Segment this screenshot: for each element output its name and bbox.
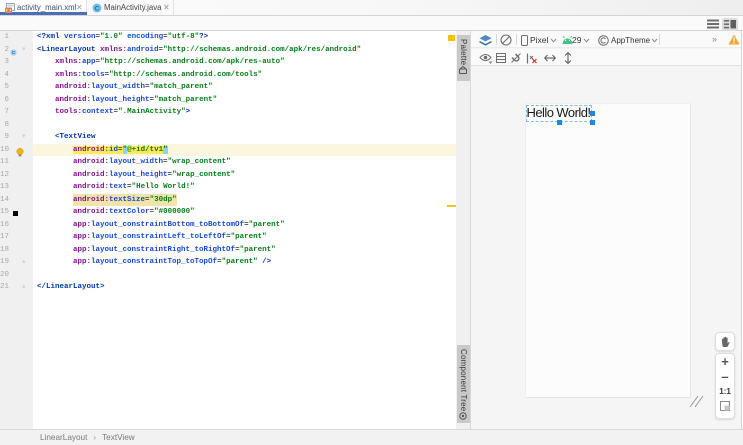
- svg-text:C: C: [95, 5, 100, 12]
